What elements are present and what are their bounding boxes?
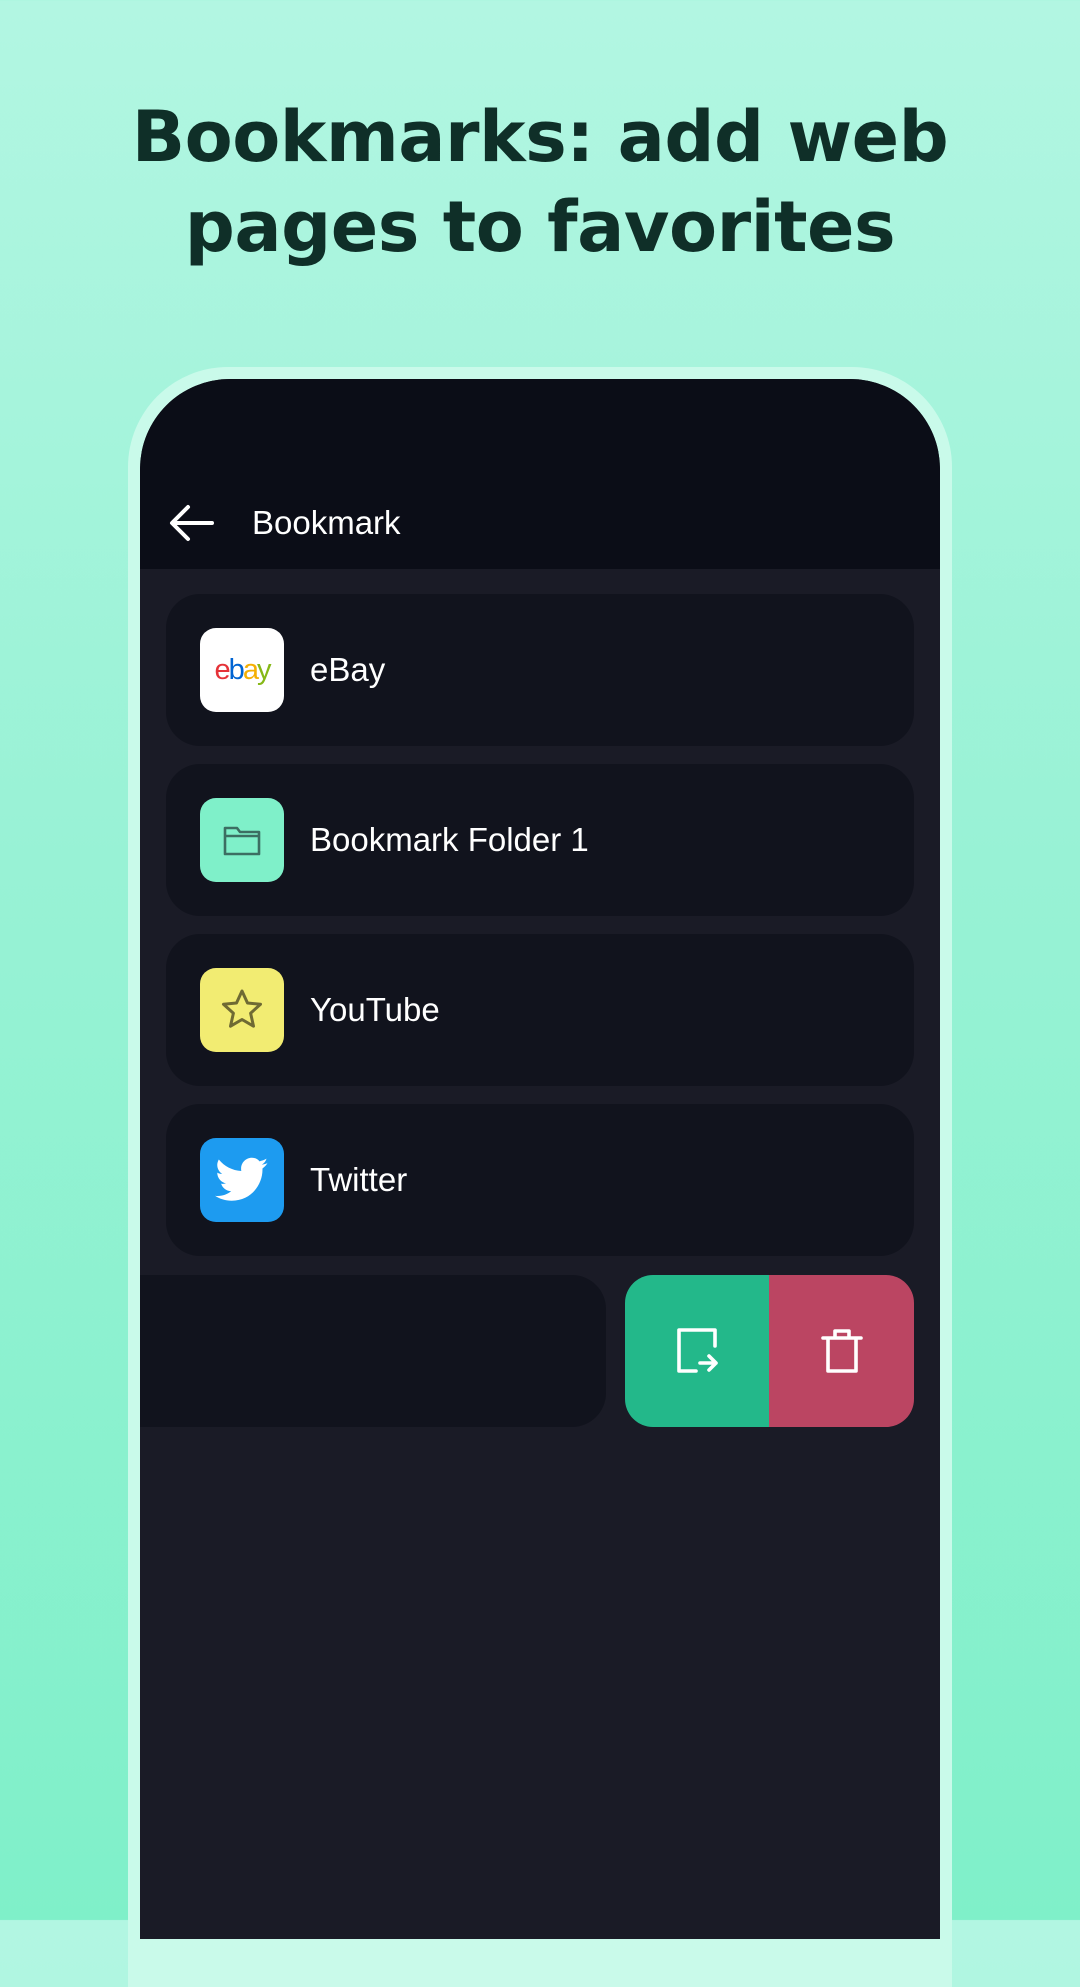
folder-icon (223, 826, 261, 856)
bookmark-label: eBay (310, 651, 386, 688)
twitter-bird-icon (215, 1157, 269, 1201)
bookmark-label: Twitter (310, 1161, 408, 1198)
bookmark-label: Bookmark Folder 1 (310, 821, 589, 858)
ebay-logo-icon: ebay (200, 628, 284, 712)
arrow-left-icon (170, 505, 214, 541)
move-to-folder-icon (676, 1328, 718, 1373)
star-icon-tile (200, 968, 284, 1052)
phone-screen: Bookmark ebay eBay Bookmark Folder 1 You… (140, 379, 940, 1939)
bookmark-item-folder[interactable]: Bookmark Folder 1 (166, 764, 914, 916)
bookmark-label: YouTube (310, 991, 440, 1028)
app-header: Bookmark (140, 379, 940, 569)
delete-button[interactable] (769, 1275, 914, 1427)
bookmark-item-twitter[interactable]: Twitter (166, 1104, 914, 1256)
twitter-icon-tile (200, 1138, 284, 1222)
move-to-folder-button[interactable] (625, 1275, 770, 1427)
folder-icon-tile (200, 798, 284, 882)
star-icon (222, 989, 262, 1028)
bookmark-item-swiped[interactable] (140, 1275, 606, 1427)
back-button[interactable] (164, 495, 220, 551)
bookmark-item-ebay[interactable]: ebay eBay (166, 594, 914, 746)
page-title: Bookmark (252, 504, 401, 541)
bookmark-item-youtube[interactable]: YouTube (166, 934, 914, 1086)
trash-icon (820, 1329, 863, 1373)
ebay-logo: ebay (214, 653, 272, 686)
promo-headline: Bookmarks: add web pages to favorites (131, 96, 949, 268)
